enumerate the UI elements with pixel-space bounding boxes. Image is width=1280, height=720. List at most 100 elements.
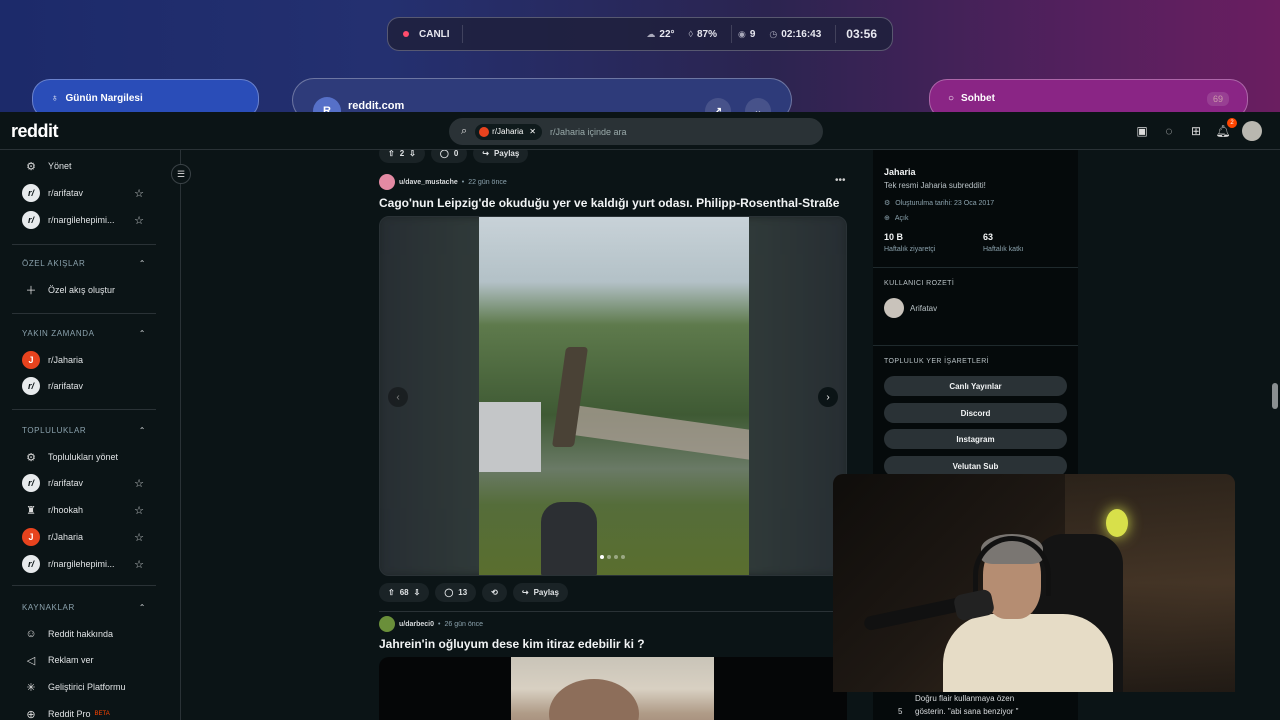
bookmark-button[interactable]: Velutan Sub: [884, 456, 1067, 476]
viewers-stat: ◉ 9: [737, 28, 756, 40]
custom-feeds-heading[interactable]: ÖZEL AKIŞLAR ⌃: [22, 259, 146, 268]
page-scrollbar[interactable]: [1272, 383, 1278, 409]
star-icon[interactable]: ☆: [134, 187, 144, 200]
subreddit-search-chip[interactable]: r/Jaharia ✕: [475, 123, 542, 140]
search-bar[interactable]: ⌕ r/Jaharia ✕ r/Jaharia içinde ara: [449, 118, 823, 145]
sidebar-item-about-reddit[interactable]: ☺ Reddit hakkında: [22, 622, 154, 646]
collapse-sidebar-button[interactable]: ☰: [171, 164, 191, 184]
post-feed: ⇧ 2 ⇩ ◯ 0 ↪ Paylaş u/dave_mustache • 22 gün …: [365, 150, 860, 720]
post-title[interactable]: Cago'nun Leipzig'de okuduğu yer ve kaldı…: [379, 196, 839, 210]
pager-dot[interactable]: [607, 555, 611, 559]
browser-tab-reddit[interactable]: R reddit.com ↗ ⌄: [292, 78, 792, 112]
star-icon[interactable]: ☆: [134, 477, 144, 490]
live-indicator-icon: [403, 31, 409, 37]
chevron-down-icon[interactable]: ⌄: [745, 98, 771, 112]
chat-bubble-icon: ○: [948, 93, 955, 104]
vote-control[interactable]: ⇧ 68 ⇩: [379, 583, 430, 602]
eye-icon: ◉: [737, 28, 746, 39]
chat-tab[interactable]: ○ Sohbet 69: [929, 79, 1248, 112]
share-button[interactable]: ↪ Paylaş: [512, 583, 568, 602]
post-photo: [511, 657, 714, 720]
community-icon: r/: [22, 184, 40, 202]
jaharia-icon: J: [22, 528, 40, 546]
chevron-right-icon: ›: [826, 391, 830, 403]
rule-text: gösterin. "abi sana benziyor ": [915, 707, 1019, 716]
avatar[interactable]: [379, 616, 395, 632]
share-button[interactable]: ↪ Paylaş: [473, 150, 529, 163]
header-actions: ▣ ◌ ⊞ 🔔︎ 2: [1134, 118, 1262, 141]
upvote-icon[interactable]: ⇧: [388, 588, 395, 597]
external-link-icon[interactable]: ↗: [705, 98, 731, 112]
sidebar-item-community-jaharia[interactable]: J r/Jaharia ☆: [22, 525, 154, 549]
bookmark-button[interactable]: Canlı Yayınlar: [884, 376, 1067, 396]
sidebar-item-community-nargilehepimiz[interactable]: r/ r/nargilehepimi... ☆: [22, 552, 154, 576]
site-title: reddit.com: [348, 100, 405, 112]
divider: [461, 25, 463, 43]
star-icon[interactable]: ☆: [134, 531, 144, 544]
more-options-icon[interactable]: •••: [835, 175, 846, 186]
pager-dot[interactable]: [621, 555, 625, 559]
sidebar-item-developer-platform[interactable]: ✳ Geliştirici Platformu: [22, 675, 154, 699]
upvote-icon[interactable]: ⇧: [388, 150, 395, 158]
vote-control[interactable]: ⇧ 2 ⇩: [379, 150, 425, 163]
user-flair-heading: KULLANICI ROZETİ: [884, 280, 955, 287]
pager-dot[interactable]: [614, 555, 618, 559]
comments-button[interactable]: ◯ 0: [430, 150, 468, 163]
gallery-prev-button[interactable]: ‹: [388, 387, 408, 407]
post-image[interactable]: [379, 657, 847, 720]
avatar[interactable]: [379, 174, 395, 190]
downvote-icon[interactable]: ⇩: [409, 150, 416, 158]
comments-button[interactable]: ◯ 13: [435, 583, 477, 602]
sidebar-item-recent-jaharia[interactable]: J r/Jaharia: [22, 348, 154, 372]
close-icon[interactable]: ✕: [529, 127, 536, 136]
sidebar-item-community-hookah[interactable]: ♜ r/hookah ☆: [22, 498, 154, 522]
sidebar-item-nargilehepimiz[interactable]: r/ r/nargilehepimi... ☆: [22, 208, 154, 232]
notifications-icon[interactable]: 🔔︎ 2: [1215, 118, 1237, 138]
create-post-icon[interactable]: ⊞: [1188, 124, 1204, 138]
plus-icon: ＋: [25, 285, 37, 297]
resources-heading[interactable]: KAYNAKLAR ⌃: [22, 603, 146, 612]
post-author[interactable]: u/dave_mustache: [399, 179, 458, 186]
chat-icon[interactable]: ◌: [1161, 124, 1177, 138]
sidebar-item-advertise[interactable]: ◁ Reklam ver: [22, 648, 154, 672]
jaharia-icon: J: [22, 351, 40, 369]
sidebar-item-manage-communities[interactable]: ⚙ Toplulukları yönet: [22, 445, 154, 469]
sidebar-item-arifatav[interactable]: r/ r/arifatav ☆: [22, 181, 154, 205]
pager-dot[interactable]: [600, 555, 604, 559]
gallery-next-button[interactable]: ›: [818, 387, 838, 407]
recent-heading[interactable]: YAKIN ZAMANDA ⌃: [22, 329, 146, 338]
sidebar-item-manage[interactable]: ⚙ Yönet: [22, 154, 154, 178]
droplet-icon: ◊: [688, 29, 693, 39]
reddit-icon: ☺: [25, 628, 37, 640]
humidity-stat: ◊ 87%: [688, 28, 717, 40]
reddit-logo[interactable]: reddit: [11, 121, 59, 142]
star-icon[interactable]: ☆: [134, 214, 144, 227]
sidebar-item-reddit-pro[interactable]: ⊕ Reddit Pro BETA: [22, 702, 154, 720]
star-icon[interactable]: ☆: [134, 504, 144, 517]
ads-icon[interactable]: ▣: [1134, 124, 1150, 138]
create-custom-feed[interactable]: ＋ Özel akış oluştur: [22, 278, 154, 302]
star-icon[interactable]: ☆: [134, 558, 144, 571]
stream-status-bar: CANLI ☁ 22° ◊ 87% ◉ 9 ◷ 02:16:43 03:56: [387, 17, 893, 51]
nargile-tab[interactable]: ♁ Günün Nargilesi: [32, 79, 259, 112]
sidebar-item-recent-arifatav[interactable]: r/ r/arifatav: [22, 374, 154, 398]
post-author[interactable]: u/darbeci0: [399, 621, 434, 628]
search-input[interactable]: r/Jaharia içinde ara: [550, 127, 627, 137]
gear-icon: ⚙: [26, 451, 36, 464]
communities-heading[interactable]: TOPLULUKLAR ⌃: [22, 426, 146, 435]
sidebar-item-community-arifatav[interactable]: r/ r/arifatav ☆: [22, 471, 154, 495]
downvote-icon[interactable]: ⇩: [414, 588, 421, 597]
bookmark-button[interactable]: Instagram: [884, 429, 1067, 449]
search-icon: ⌕: [461, 125, 468, 137]
chat-count: 69: [1206, 92, 1229, 106]
post-title[interactable]: Jahrein'in oğluyum dese kim itiraz edebi…: [379, 637, 645, 651]
reddit-header: reddit ⌕ r/Jaharia ✕ r/Jaharia içinde ar…: [0, 112, 1280, 150]
post-gallery[interactable]: ‹ ›: [379, 216, 847, 576]
user-avatar[interactable]: [1242, 121, 1262, 141]
bookmark-button[interactable]: Discord: [884, 403, 1067, 423]
globe-icon: ⊕: [884, 215, 890, 222]
comment-icon: ◯: [444, 588, 454, 597]
user-flair[interactable]: Arifatav: [884, 298, 937, 318]
crosspost-button[interactable]: ⟲: [482, 583, 507, 602]
community-description: Tek resmi Jaharia subredditi!: [884, 181, 986, 190]
